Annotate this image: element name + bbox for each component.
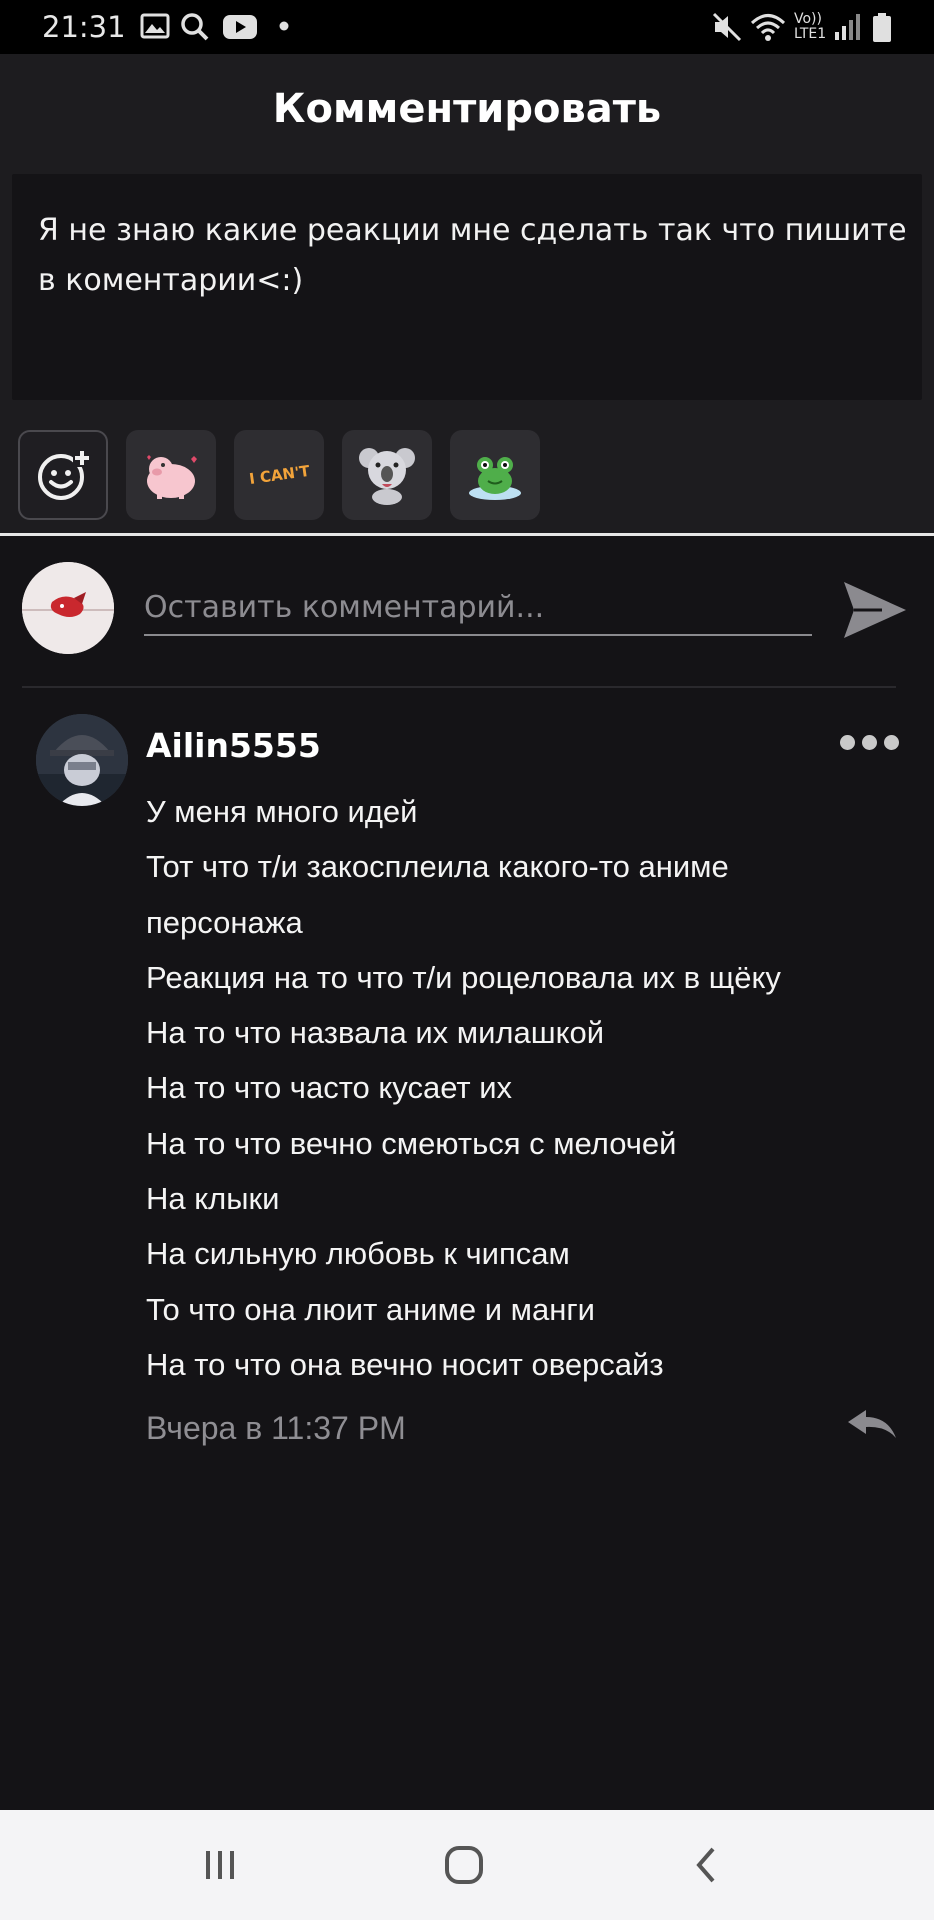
comment-line: На то что назвала их милашкой: [146, 1015, 605, 1051]
comment-line: персонажа: [146, 904, 303, 940]
comment-avatar[interactable]: [36, 714, 128, 806]
status-bar: 21:31 Vo)) LTE1: [0, 0, 934, 54]
sticker-frog[interactable]: [450, 430, 540, 520]
add-sticker-button[interactable]: [18, 430, 108, 520]
add-sticker-icon: [38, 449, 91, 500]
avatar-image: [36, 714, 128, 806]
reply-button[interactable]: [846, 1408, 898, 1440]
search-icon: [181, 13, 209, 41]
mute-icon: [712, 12, 742, 42]
comment-line: У меня много идей: [146, 794, 418, 829]
sticker-koala[interactable]: [342, 430, 432, 520]
comment-line: На то что она вечно носит оверсайз: [146, 1346, 664, 1382]
more-icon-dot: [862, 734, 877, 750]
comment-line: На то что вечно смеються с мелочей: [146, 1125, 677, 1161]
reply-icon: [848, 1410, 896, 1438]
volte-icon: Vo)) LTE1: [794, 11, 827, 42]
youtube-icon: [223, 15, 257, 39]
send-icon: [844, 582, 906, 638]
dot-icon: [279, 21, 289, 31]
gallery-icon: [140, 13, 170, 39]
signal-icon: [835, 14, 860, 40]
post-text: Я не знаю какие реакции мне сделать так …: [38, 213, 907, 298]
system-nav-bar: [0, 1810, 934, 1920]
divider: [22, 686, 896, 688]
home-button[interactable]: [434, 1840, 494, 1890]
back-button[interactable]: [676, 1840, 736, 1890]
comment-line: На то что часто кусает их: [146, 1070, 513, 1106]
more-icon-dot: [884, 734, 899, 750]
sticker-i-cant[interactable]: I CAN'T: [234, 430, 324, 520]
recent-apps-button[interactable]: [190, 1840, 250, 1890]
sticker-pig[interactable]: [126, 430, 216, 520]
comment-line: На сильную любовь к чипсам: [146, 1236, 570, 1272]
comment-line: То что она люит аниме и манги: [146, 1291, 595, 1327]
pig-sticker: [147, 455, 197, 499]
comment-line: Тот что т/и закосплеила какого-то аниме: [146, 849, 729, 885]
comment-body: У меня много идей Тот что т/и закосплеил…: [146, 784, 916, 1392]
home-icon: [445, 1846, 483, 1884]
post-box: Я не знаю какие реакции мне сделать так …: [12, 174, 922, 400]
battery-icon: [873, 13, 891, 42]
page-title: Комментировать: [272, 86, 662, 132]
frog-sticker: [469, 457, 521, 500]
more-icon: [840, 734, 855, 750]
header: Комментировать: [0, 54, 934, 170]
sticker-row: I CAN'T: [0, 408, 934, 536]
my-avatar[interactable]: [22, 562, 114, 654]
i-cant-sticker: I CAN'T: [247, 461, 311, 489]
status-time: 21:31: [42, 10, 126, 44]
koala-sticker: [359, 448, 415, 505]
more-button[interactable]: [840, 730, 904, 754]
comment-timestamp: Вчера в 11:37 PM: [146, 1410, 406, 1446]
back-icon: [696, 1847, 715, 1883]
comment-input-area: [0, 540, 934, 688]
send-button[interactable]: [842, 578, 908, 642]
recent-apps-icon: [206, 1851, 234, 1879]
avatar-image: [22, 562, 114, 654]
post-section: Я не знаю какие реакции мне сделать так …: [0, 170, 934, 408]
comment-input[interactable]: [144, 580, 812, 636]
comment-line: На клыки: [146, 1181, 280, 1217]
wifi-icon: [750, 14, 786, 41]
comment-author[interactable]: Ailin5555: [146, 726, 321, 765]
comment-line: Реакция на то что т/и роцеловала их в щё…: [146, 959, 781, 995]
